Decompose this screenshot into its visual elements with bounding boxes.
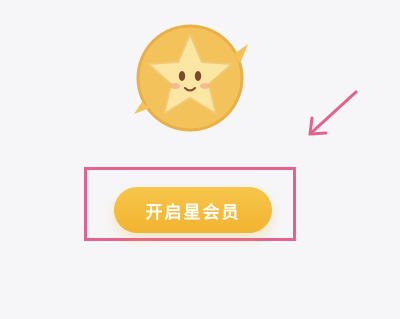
- membership-screen: 开启星会员: [0, 0, 400, 319]
- pointer-arrow-icon: [308, 90, 358, 136]
- star-mascot-icon: [134, 24, 248, 132]
- open-star-membership-button[interactable]: 开启星会员: [114, 187, 272, 233]
